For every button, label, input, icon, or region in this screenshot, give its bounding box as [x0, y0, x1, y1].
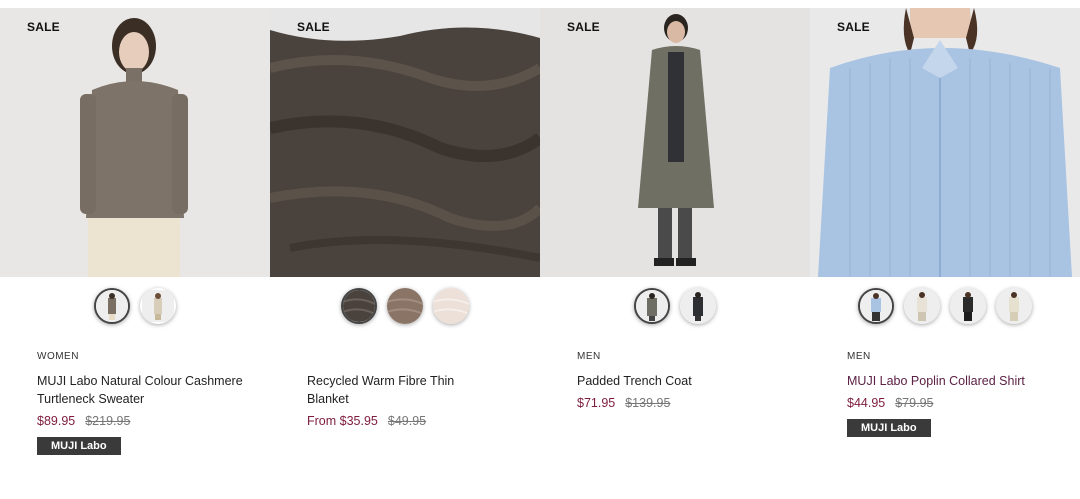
product-image[interactable] [540, 8, 810, 277]
product-price: $44.95 $79.95 [847, 396, 1067, 410]
price-now: $44.95 [847, 396, 886, 410]
color-swatch[interactable] [904, 288, 940, 324]
brand-badge: MUJI Labo [37, 437, 121, 455]
product-grid: SALE WOMEN MUJI Labo Natural Colour Cash… [0, 0, 1080, 499]
product-card[interactable]: SALE Recycled Warm Fibre Thin Blanket Fr… [270, 8, 540, 488]
sale-label: SALE [567, 20, 600, 34]
color-swatch[interactable] [433, 288, 469, 324]
color-swatch[interactable] [341, 288, 377, 324]
product-title[interactable]: Recycled Warm Fibre Thin Blanket [307, 372, 477, 408]
color-swatch[interactable] [996, 288, 1032, 324]
price-was: $139.95 [625, 396, 671, 410]
product-card[interactable]: SALE MEN Padded Trench Coat $71.95 $139.9… [540, 8, 810, 488]
product-price: $89.95 $219.95 [37, 414, 257, 428]
product-card[interactable]: SALE WOMEN MUJI Labo Natural Colour Cash… [0, 8, 270, 488]
color-swatch[interactable] [858, 288, 894, 324]
color-swatch[interactable] [680, 288, 716, 324]
price-was: $219.95 [85, 414, 131, 428]
product-image[interactable] [270, 8, 540, 277]
price-was: $49.95 [387, 414, 427, 428]
product-image[interactable] [810, 8, 1080, 277]
price-now: $89.95 [37, 414, 76, 428]
product-title[interactable]: MUJI Labo Poplin Collared Shirt [847, 372, 1067, 390]
sale-label: SALE [27, 20, 60, 34]
product-title[interactable]: Padded Trench Coat [577, 372, 797, 390]
color-swatches [540, 288, 810, 324]
product-info: MEN MUJI Labo Poplin Collared Shirt $44.… [847, 350, 1067, 437]
color-swatches [810, 288, 1080, 324]
color-swatches [270, 288, 540, 324]
sale-label: SALE [297, 20, 330, 34]
product-category: WOMEN [37, 351, 79, 362]
price-now: From $35.95 [307, 414, 378, 428]
brand-badge: MUJI Labo [847, 419, 931, 437]
color-swatch[interactable] [387, 288, 423, 324]
color-swatch[interactable] [94, 288, 130, 324]
sale-label: SALE [837, 20, 870, 34]
product-category: MEN [577, 351, 601, 362]
product-price: From $35.95 $49.95 [307, 414, 527, 428]
product-title[interactable]: MUJI Labo Natural Colour Cashmere Turtle… [37, 372, 257, 408]
product-info: Recycled Warm Fibre Thin Blanket From $3… [307, 350, 527, 428]
product-category [307, 350, 527, 364]
product-image[interactable] [0, 8, 270, 277]
color-swatch[interactable] [634, 288, 670, 324]
product-card[interactable]: SALE MEN MUJI Labo Poplin Collared Shirt… [810, 8, 1080, 488]
product-price: $71.95 $139.95 [577, 396, 797, 410]
product-info: WOMEN MUJI Labo Natural Colour Cashmere … [37, 350, 257, 455]
product-info: MEN Padded Trench Coat $71.95 $139.95 [577, 350, 797, 410]
color-swatch[interactable] [140, 288, 176, 324]
price-was: $79.95 [895, 396, 934, 410]
color-swatch[interactable] [950, 288, 986, 324]
color-swatches [0, 288, 270, 324]
product-category: MEN [847, 351, 871, 362]
price-now: $71.95 [577, 396, 616, 410]
